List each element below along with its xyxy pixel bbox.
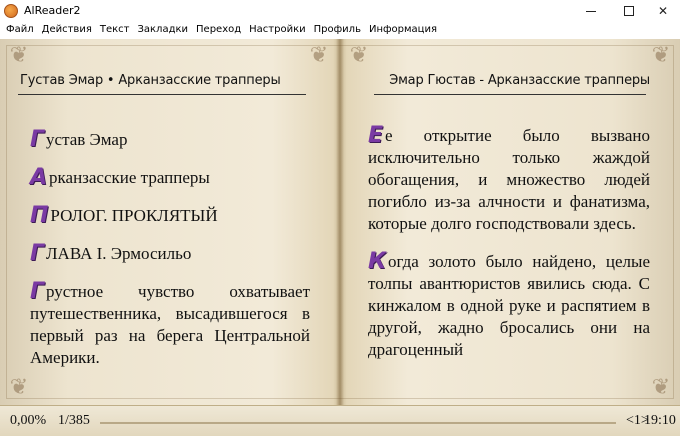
paragraph: Когда золото было найдено, целые толпы а… [368, 251, 650, 361]
drop-cap: Е [368, 123, 384, 148]
drop-cap: А [30, 165, 48, 190]
paragraph-text: е открытие было вызвано исключительно то… [368, 126, 650, 233]
paragraph: Г ЛАВА I. Эрмосильо [30, 243, 310, 265]
minimize-button[interactable] [573, 0, 609, 22]
paragraph-text: РОЛОГ. ПРОКЛЯТЫЙ [50, 206, 218, 225]
menu-actions[interactable]: Действия [42, 22, 92, 39]
paragraph: Арканзасские трапперы [30, 167, 310, 189]
ornament-corner-icon: ❦ [9, 43, 29, 68]
menu-bar: Файл Действия Текст Закладки Переход Нас… [0, 22, 680, 39]
menu-settings[interactable]: Настройки [249, 22, 305, 39]
menu-bookmarks[interactable]: Закладки [137, 22, 188, 39]
status-bar: 0,00% 1/385 <1> 19:10 [0, 405, 680, 436]
drop-cap: К [368, 249, 386, 274]
ornament-corner-icon: ❦ [651, 375, 671, 400]
menu-file[interactable]: Файл [6, 22, 34, 39]
drop-cap: Г [30, 279, 45, 304]
drop-cap: Г [30, 241, 45, 266]
paragraph: Ее открытие было вызвано исключительно т… [368, 125, 650, 235]
drop-cap: Г [30, 127, 45, 152]
paragraph: Густав Эмар [30, 129, 310, 151]
menu-profile[interactable]: Профиль [314, 22, 361, 39]
ornament-corner-icon: ❦ [349, 43, 369, 68]
maximize-button[interactable] [611, 0, 647, 22]
reading-progress-bar[interactable] [100, 422, 616, 424]
ornament-corner-icon: ❦ [9, 375, 29, 400]
title-bar: AlReader2 ✕ [0, 0, 680, 22]
read-percent: 0,00% [10, 413, 47, 428]
menu-text[interactable]: Текст [100, 22, 130, 39]
book-spine [336, 39, 344, 405]
paragraph-text: рустное чувство охватывает путешественни… [30, 282, 310, 367]
page-counter: 1/385 [58, 413, 90, 428]
menu-goto[interactable]: Переход [196, 22, 241, 39]
paragraph: Грустное чувство охватывает путешественн… [30, 281, 310, 369]
paragraph: П РОЛОГ. ПРОКЛЯТЫЙ [30, 205, 310, 227]
book-spread[interactable]: ❦ ❦ ❦ ❦ ❦ ❦ Густав Эмар • Арканзасские т… [0, 39, 680, 405]
menu-info[interactable]: Информация [369, 22, 437, 39]
left-page[interactable]: Густав Эмар Арканзасские трапперы П РОЛОГ… [30, 129, 310, 385]
left-page-header: Густав Эмар • Арканзасские трапперы [20, 73, 281, 88]
clock: 19:10 [644, 413, 676, 428]
ornament-corner-icon: ❦ [309, 43, 329, 68]
paragraph-text: рканзасские трапперы [49, 168, 210, 187]
paragraph-text: огда золото было найдено, целые толпы ав… [368, 252, 650, 359]
close-icon: ✕ [657, 4, 669, 18]
window-title: AlReader2 [24, 4, 81, 17]
close-button[interactable]: ✕ [645, 0, 680, 22]
app-logo-icon [4, 4, 18, 18]
right-page-header: Эмар Гюстав - Арканзасские трапперы [389, 73, 650, 88]
drop-cap: П [30, 203, 49, 228]
header-divider [374, 94, 646, 95]
header-divider [18, 94, 306, 95]
right-page[interactable]: Ее открытие было вызвано исключительно т… [368, 125, 650, 377]
minimize-icon [586, 10, 596, 12]
maximize-icon [624, 6, 634, 16]
paragraph-text: ЛАВА I. Эрмосильо [46, 244, 192, 263]
ornament-corner-icon: ❦ [651, 43, 671, 68]
paragraph-text: устав Эмар [46, 130, 128, 149]
